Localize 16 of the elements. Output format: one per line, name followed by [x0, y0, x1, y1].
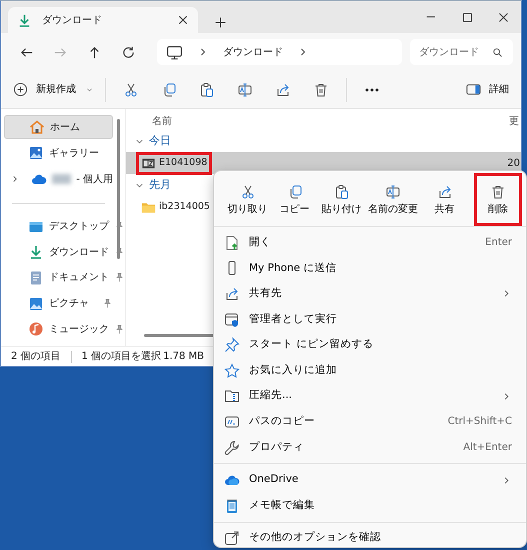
- shortcut-text: Ctrl+Shift+C: [448, 415, 512, 430]
- sidebar-label: ミュージック: [49, 322, 109, 337]
- tab-title: ダウンロード: [42, 14, 103, 28]
- sidebar-label: ダウンロード: [49, 246, 109, 260]
- sidebar-label: ドキュメント: [49, 271, 109, 286]
- selection-info: 1 個の項目を選択: [82, 350, 162, 364]
- sidebar-label: - 個人用: [76, 172, 113, 186]
- table-cell-text: 20: [507, 156, 520, 170]
- sidebar-label: ギャラリー: [49, 146, 99, 160]
- sidebar-label: デスクトップ: [49, 220, 109, 234]
- shortcut-text: Alt+Enter: [463, 441, 512, 456]
- sidebar-label: ホーム: [50, 120, 80, 134]
- file-size: 1.78 MB: [163, 350, 204, 364]
- item-count: 2 個の項目: [11, 350, 61, 364]
- shortcut-text: Enter: [485, 236, 512, 250]
- sidebar-label: ピクチャ: [49, 297, 90, 312]
